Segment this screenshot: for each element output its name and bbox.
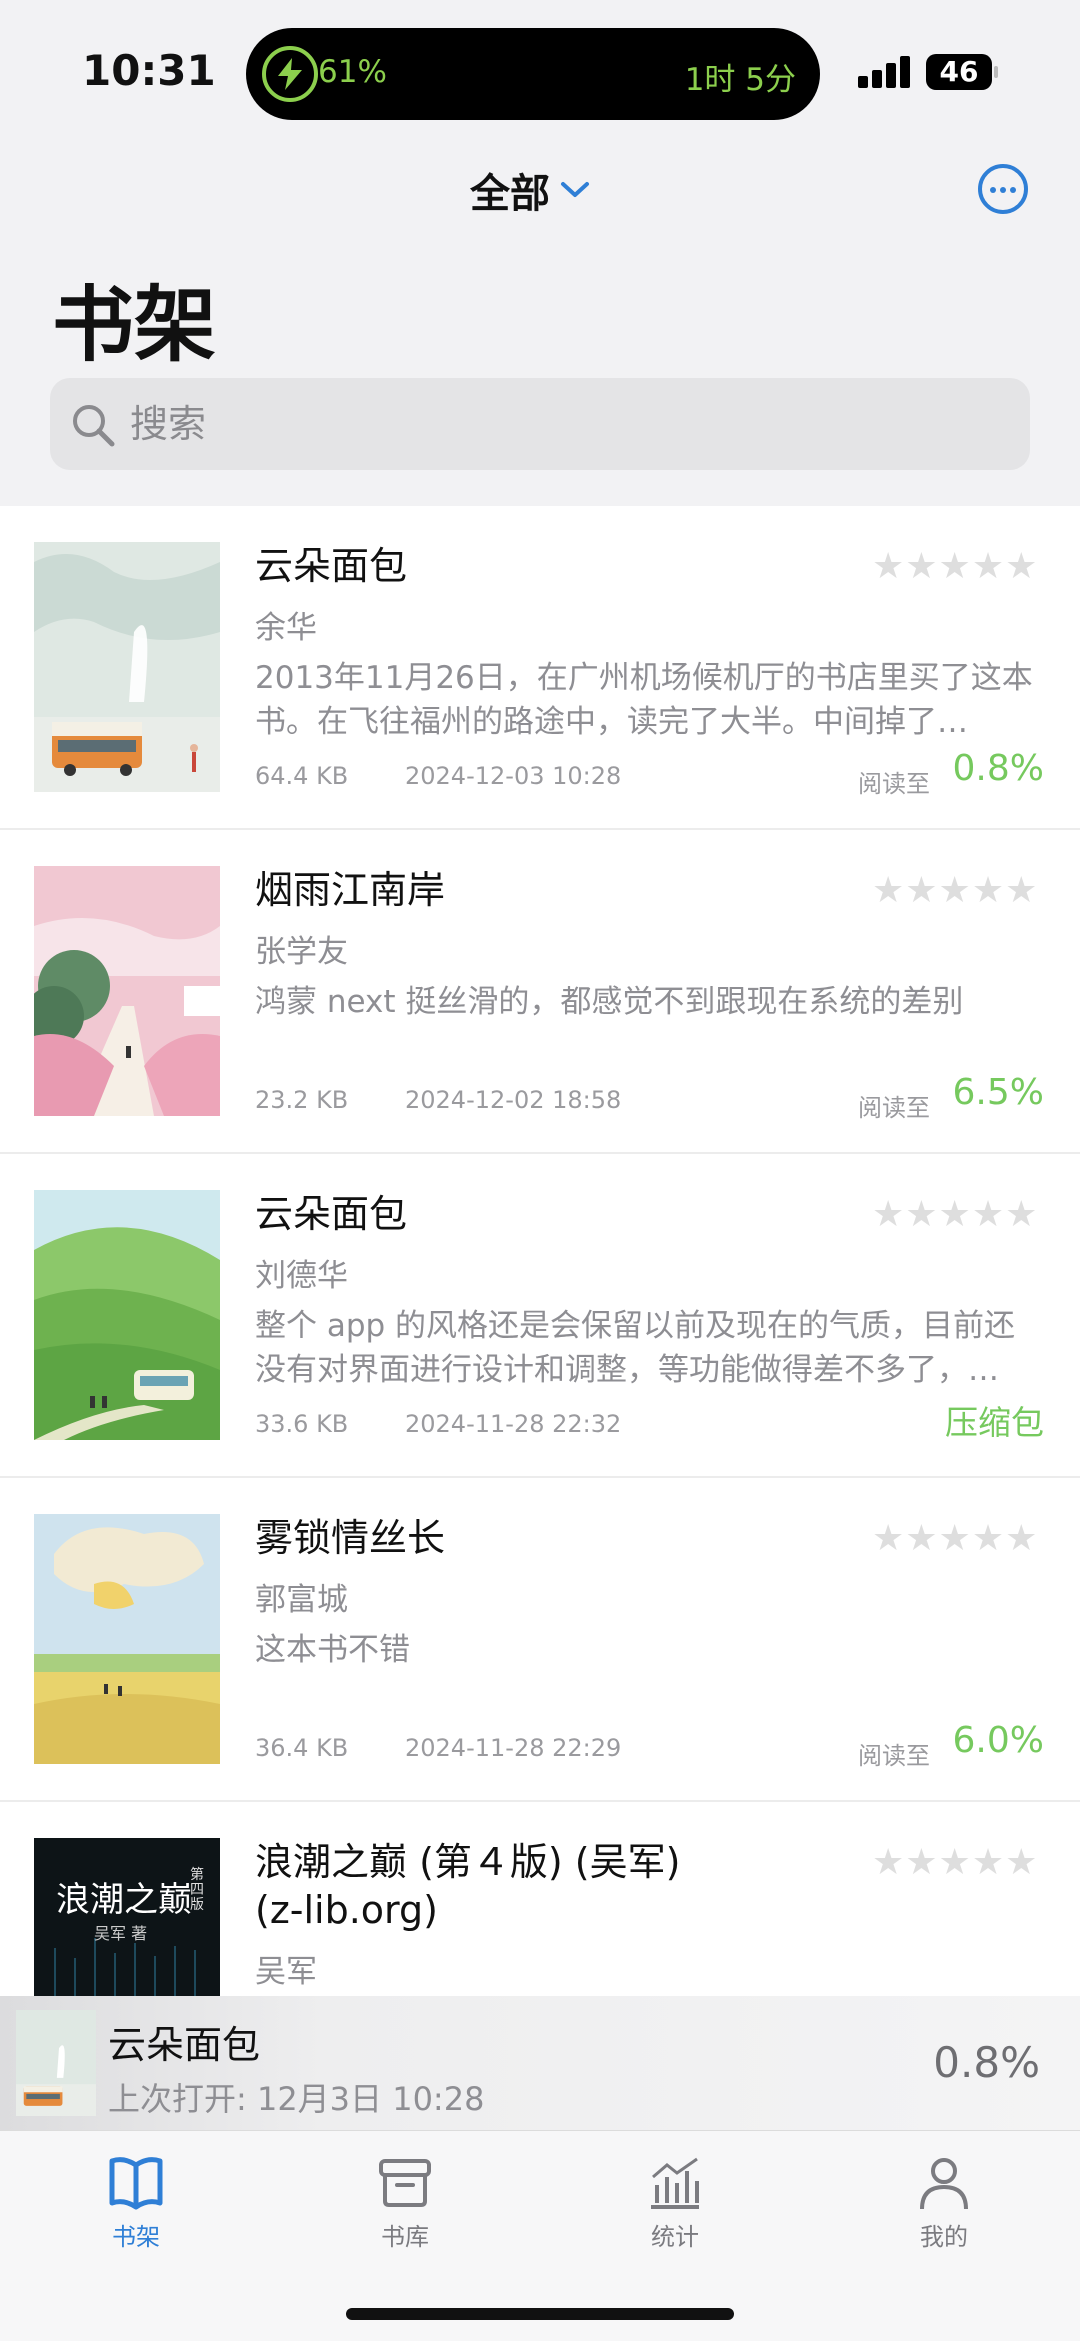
file-size: 23.2 KB [255,1086,349,1114]
island-remaining-time: 1时 5分 [684,62,796,98]
book-title: 云朵面包 [255,544,408,588]
rating-stars[interactable]: ★★★★★ [872,546,1038,587]
person-icon [920,2158,968,2210]
more-options-icon[interactable] [978,164,1028,214]
read-progress: 0.8% [952,748,1044,789]
book-cover [34,866,220,1116]
book-title: 烟雨江南岸 [255,868,446,912]
book-author: 郭富城 [255,1582,348,1618]
shelf-filter-dropdown[interactable]: 全部 [470,162,590,218]
book-list[interactable]: 云朵面包 ★★★★★ 余华 2013年11月26日，在广州机场候机厅的书店里买了… [0,506,1080,1996]
file-size: 36.4 KB [255,1734,349,1762]
dynamic-island[interactable]: 61% 1时 5分 [246,28,820,120]
added-date: 2024-11-28 22:29 [405,1734,622,1762]
book-open-icon [109,2157,163,2210]
book-row[interactable]: 云朵面包 ★★★★★ 余华 2013年11月26日，在广州机场候机厅的书店里买了… [0,506,1080,830]
book-author: 吴军 [255,1954,317,1990]
status-time: 10:31 [82,46,216,95]
chart-bars-icon [651,2157,699,2209]
continue-reading-bar[interactable]: 云朵面包 上次打开: 12月3日 10:28 0.8% [0,1996,1080,2130]
read-to-label: 阅读至 [858,1094,930,1122]
read-progress: 6.0% [952,1720,1044,1761]
tab-statistics[interactable]: 统计 [605,2155,745,2252]
filter-label: 全部 [470,171,550,217]
archive-status: 压缩包 [945,1403,1044,1442]
rating-stars[interactable]: ★★★★★ [872,1194,1038,1235]
cover-author: 吴军 著 [94,1924,148,1943]
book-description: 2013年11月26日，在广州机场候机厅的书店里买了这本书。在飞往福州的路途中，… [255,660,1033,740]
cellular-signal-icon [858,56,912,88]
tab-label: 书架 [112,2223,160,2251]
tab-label: 我的 [920,2223,968,2251]
book-cover [34,1514,220,1764]
rating-stars[interactable]: ★★★★★ [872,1842,1038,1883]
book-author: 刘德华 [255,1258,348,1294]
page-title: 书架 [52,278,217,373]
book-cover: 浪潮之巅 第四版 吴军 著 [34,1838,220,1996]
book-title: 云朵面包 [255,1192,408,1236]
tab-label: 书库 [381,2223,429,2251]
archive-box-icon [379,2159,431,2207]
rating-stars[interactable]: ★★★★★ [872,1518,1038,1559]
added-date: 2024-11-28 22:32 [405,1410,622,1438]
book-author: 张学友 [255,934,348,970]
file-size: 33.6 KB [255,1410,349,1438]
book-description: 整个 app 的风格还是会保留以前及现在的气质，目前还没有对界面进行设计和调整，… [255,1308,1016,1388]
battery-icon: 46 [926,54,998,90]
rating-stars[interactable]: ★★★★★ [872,870,1038,911]
book-author: 余华 [255,610,317,646]
book-description: 鸿蒙 next 挺丝滑的，都感觉不到跟现在系统的差别 [255,984,964,1020]
file-size: 64.4 KB [255,762,349,790]
tab-label: 统计 [651,2223,699,2251]
island-battery-percent: 61% [318,54,387,90]
mini-book-cover [16,2010,96,2116]
book-row[interactable]: 雾锁情丝长 ★★★★★ 郭富城 这本书不错 36.4 KB 2024-11-28… [0,1478,1080,1802]
tab-library[interactable]: 书库 [335,2155,475,2252]
tab-profile[interactable]: 我的 [874,2155,1014,2252]
added-date: 2024-12-03 10:28 [405,762,622,790]
book-description: 这本书不错 [255,1632,410,1668]
cover-edition: 第四版 [190,1867,204,1913]
book-cover [34,1190,220,1440]
mini-progress: 0.8% [933,2038,1040,2087]
book-title: 雾锁情丝长 [255,1516,446,1560]
home-indicator[interactable] [346,2308,734,2320]
read-to-label: 阅读至 [858,1742,930,1770]
book-row[interactable]: 烟雨江南岸 ★★★★★ 张学友 鸿蒙 next 挺丝滑的，都感觉不到跟现在系统的… [0,830,1080,1154]
book-row[interactable]: 浪潮之巅 第四版 吴军 著 浪潮之巅 (第４版) (吴军) (z-lib.org… [0,1802,1080,1996]
read-to-label: 阅读至 [858,770,930,798]
cover-title: 浪潮之巅 [56,1880,192,1920]
book-title: 浪潮之巅 (第４版) (吴军) (z-lib.org) [255,1840,681,1932]
status-bar: 10:31 61% 1时 5分 46 [0,0,1080,130]
book-row[interactable]: 云朵面包 ★★★★★ 刘德华 整个 app 的风格还是会保留以前及现在的气质，目… [0,1154,1080,1478]
mini-book-title: 云朵面包 [108,2023,261,2067]
added-date: 2024-12-02 18:58 [405,1086,622,1114]
search-bar[interactable] [50,378,1030,470]
last-opened-text: 上次打开: 12月3日 10:28 [108,2080,485,2118]
read-progress: 6.5% [952,1072,1044,1113]
tab-bookshelf[interactable]: 书架 [66,2155,206,2252]
chevron-down-icon [561,182,589,197]
search-icon [73,405,115,447]
search-input[interactable] [130,396,990,452]
charging-bolt-icon [262,46,318,102]
book-cover [34,542,220,792]
